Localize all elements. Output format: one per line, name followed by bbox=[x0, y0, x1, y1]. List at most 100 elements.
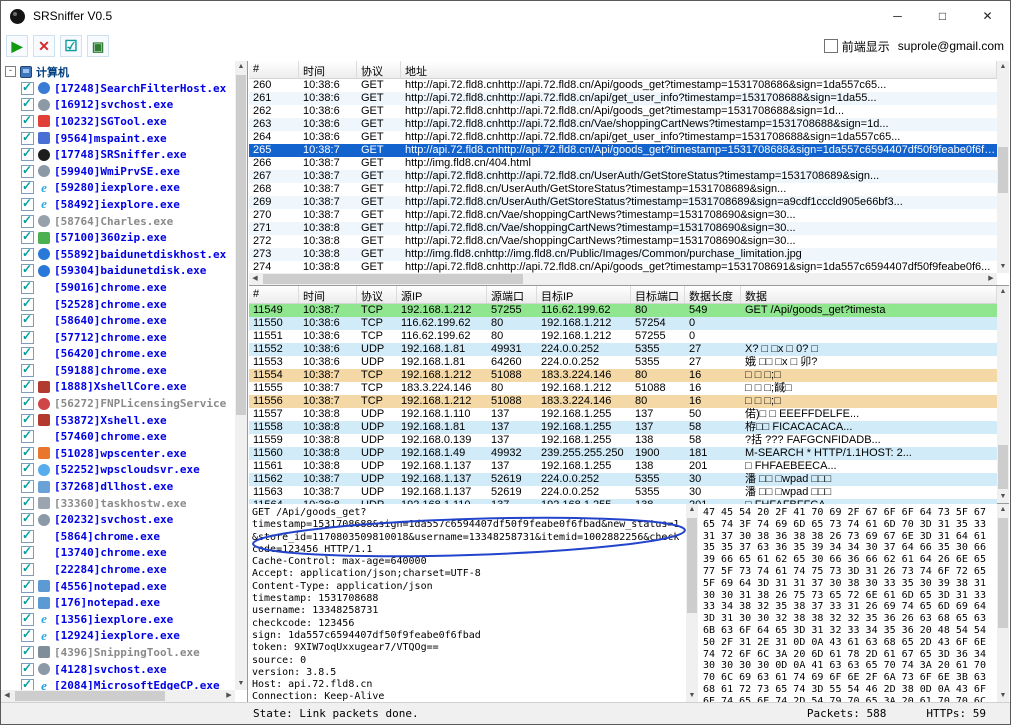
http-table-horizontal-scrollbar[interactable]: ◀ ▶ bbox=[249, 273, 997, 285]
process-checkbox[interactable] bbox=[21, 181, 34, 194]
http-request-row[interactable]: 260 10:38:6 GET http://api.72.fld8.cnhtt… bbox=[249, 79, 997, 92]
process-tree-item[interactable]: [59016]chrome.exe bbox=[1, 279, 235, 296]
column-header-protocol[interactable]: 协议 bbox=[357, 286, 397, 303]
process-checkbox[interactable] bbox=[21, 430, 34, 443]
http-request-row[interactable]: 264 10:38:6 GET http://api.72.fld8.cnhtt… bbox=[249, 131, 997, 144]
process-checkbox[interactable] bbox=[21, 165, 34, 178]
scroll-up-icon[interactable]: ▲ bbox=[997, 504, 1009, 516]
process-tree-item[interactable]: [9564]mspaint.exe bbox=[1, 130, 235, 147]
column-header-num[interactable]: # bbox=[249, 61, 299, 78]
process-checkbox[interactable] bbox=[21, 463, 34, 476]
title-bar[interactable]: SRSniffer V0.5 ─ □ ✕ bbox=[1, 1, 1010, 31]
packet-row[interactable]: 11557 10:38:8 UDP 192.168.1.110 137 192.… bbox=[249, 408, 997, 421]
process-checkbox[interactable] bbox=[21, 580, 34, 593]
process-checkbox[interactable] bbox=[21, 215, 34, 228]
scroll-right-icon[interactable]: ▶ bbox=[223, 690, 235, 702]
process-checkbox[interactable] bbox=[21, 331, 34, 344]
process-tree-item[interactable]: [58492]iexplore.exe bbox=[1, 196, 235, 213]
collapse-icon[interactable]: - bbox=[5, 66, 16, 77]
scrollbar-thumb[interactable] bbox=[998, 147, 1008, 193]
http-request-row[interactable]: 266 10:38:7 GET http://img.fld8.cn/404.h… bbox=[249, 157, 997, 170]
column-header-dest-ip[interactable]: 目标IP bbox=[537, 286, 631, 303]
process-tree-item[interactable]: [37268]dllhost.exe bbox=[1, 478, 235, 495]
process-tree-item[interactable]: [176]notepad.exe bbox=[1, 594, 235, 611]
packet-row[interactable]: 11555 10:38:7 TCP 183.3.224.146 80 192.1… bbox=[249, 382, 997, 395]
scroll-down-icon[interactable]: ▼ bbox=[686, 690, 698, 702]
process-tree-item[interactable]: [12924]iexplore.exe bbox=[1, 628, 235, 645]
process-tree-item[interactable]: [56420]chrome.exe bbox=[1, 346, 235, 363]
scrollbar-thumb[interactable] bbox=[236, 75, 246, 415]
process-tree-item[interactable]: [16912]svchost.exe bbox=[1, 97, 235, 114]
packet-row[interactable]: 11561 10:38:8 UDP 192.168.1.137 137 192.… bbox=[249, 460, 997, 473]
process-checkbox[interactable] bbox=[21, 115, 34, 128]
process-tree-item[interactable]: [53872]Xshell.exe bbox=[1, 412, 235, 429]
http-request-row[interactable]: 263 10:38:6 GET http://api.72.fld8.cnhtt… bbox=[249, 118, 997, 131]
process-tree-item[interactable]: [59304]baidunetdisk.exe bbox=[1, 263, 235, 280]
process-tree-item[interactable]: [57460]chrome.exe bbox=[1, 428, 235, 445]
scrollbar-thumb[interactable] bbox=[263, 274, 523, 284]
process-tree-item[interactable]: [1888]XshellCore.exe bbox=[1, 379, 235, 396]
detail-vertical-scrollbar[interactable]: ▲ ▼ bbox=[686, 504, 698, 702]
column-header-dest-port[interactable]: 目标端口 bbox=[631, 286, 685, 303]
scrollbar-thumb[interactable] bbox=[998, 445, 1008, 489]
process-checkbox[interactable] bbox=[21, 148, 34, 161]
process-tree-item[interactable]: [5864]chrome.exe bbox=[1, 528, 235, 545]
process-tree-item[interactable]: [59280]iexplore.exe bbox=[1, 180, 235, 197]
process-checkbox[interactable] bbox=[21, 248, 34, 261]
column-header-protocol[interactable]: 协议 bbox=[357, 61, 401, 78]
process-checkbox[interactable] bbox=[21, 347, 34, 360]
column-header-data[interactable]: 数据 bbox=[741, 286, 997, 303]
process-tree-item[interactable]: [4556]notepad.exe bbox=[1, 578, 235, 595]
scroll-up-icon[interactable]: ▲ bbox=[686, 504, 698, 516]
frontend-display-checkbox[interactable] bbox=[824, 39, 838, 53]
adapter-button[interactable]: ▣ bbox=[87, 35, 109, 57]
http-request-row[interactable]: 261 10:38:6 GET http://api.72.fld8.cnhtt… bbox=[249, 92, 997, 105]
packet-row[interactable]: 11554 10:38:7 TCP 192.168.1.212 51088 18… bbox=[249, 369, 997, 382]
tree-vertical-scrollbar[interactable]: ▲ ▼ bbox=[235, 61, 247, 690]
process-tree-item[interactable]: [56272]FNPLicensingService bbox=[1, 395, 235, 412]
process-checkbox[interactable] bbox=[21, 563, 34, 576]
process-checkbox[interactable] bbox=[21, 596, 34, 609]
close-button[interactable]: ✕ bbox=[965, 1, 1010, 31]
packet-table-vertical-scrollbar[interactable]: ▲ ▼ bbox=[997, 286, 1009, 503]
column-header-time[interactable]: 时间 bbox=[299, 61, 357, 78]
process-tree-item[interactable]: [58764]Charles.exe bbox=[1, 213, 235, 230]
http-request-row[interactable]: 269 10:38:7 GET http://api.72.fld8.cn/Us… bbox=[249, 196, 997, 209]
process-tree-item[interactable]: [13740]chrome.exe bbox=[1, 545, 235, 562]
process-checkbox[interactable] bbox=[21, 414, 34, 427]
tree-root-computer[interactable]: - 计算机 bbox=[1, 63, 235, 80]
process-checkbox[interactable] bbox=[21, 314, 34, 327]
process-tree-item[interactable]: [4128]svchost.exe bbox=[1, 661, 235, 678]
packet-row[interactable]: 11563 10:38:7 UDP 192.168.1.137 52619 22… bbox=[249, 486, 997, 499]
process-tree-item[interactable]: [22284]chrome.exe bbox=[1, 561, 235, 578]
hex-dump-pane[interactable]: 47 45 54 20 2F 41 70 69 2F 67 6F 6F 64 7… bbox=[698, 504, 997, 702]
process-tree-item[interactable]: [10232]SGTool.exe bbox=[1, 113, 235, 130]
packet-row[interactable]: 11552 10:38:6 UDP 192.168.1.81 49931 224… bbox=[249, 343, 997, 356]
packet-row[interactable]: 11553 10:38:6 UDP 192.168.1.81 64260 224… bbox=[249, 356, 997, 369]
process-checkbox[interactable] bbox=[21, 281, 34, 294]
packet-row[interactable]: 11558 10:38:8 UDP 192.168.1.81 137 192.1… bbox=[249, 421, 997, 434]
process-tree-item[interactable]: [57100]360zip.exe bbox=[1, 229, 235, 246]
packet-row[interactable]: 11556 10:38:7 TCP 192.168.1.212 51088 18… bbox=[249, 395, 997, 408]
http-request-row[interactable]: 268 10:38:7 GET http://api.72.fld8.cn/Us… bbox=[249, 183, 997, 196]
process-checkbox[interactable] bbox=[21, 82, 34, 95]
column-header-source-ip[interactable]: 源IP bbox=[397, 286, 487, 303]
hex-vertical-scrollbar[interactable]: ▲ ▼ bbox=[997, 504, 1009, 702]
column-header-time[interactable]: 时间 bbox=[299, 286, 357, 303]
process-tree-item[interactable]: [59940]WmiPrvSE.exe bbox=[1, 163, 235, 180]
process-tree-item[interactable]: [20232]svchost.exe bbox=[1, 511, 235, 528]
packet-row[interactable]: 11562 10:38:7 UDP 192.168.1.137 52619 22… bbox=[249, 473, 997, 486]
minimize-button[interactable]: ─ bbox=[875, 1, 920, 31]
scroll-down-icon[interactable]: ▼ bbox=[997, 690, 1009, 702]
process-tree-item[interactable]: [52252]wpscloudsvr.exe bbox=[1, 462, 235, 479]
process-checkbox[interactable] bbox=[21, 480, 34, 493]
process-checkbox[interactable] bbox=[21, 530, 34, 543]
process-checkbox[interactable] bbox=[21, 380, 34, 393]
http-table-vertical-scrollbar[interactable]: ▲ ▼ bbox=[997, 61, 1009, 273]
process-checkbox[interactable] bbox=[21, 646, 34, 659]
http-request-row[interactable]: 271 10:38:8 GET http://api.72.fld8.cn/Va… bbox=[249, 222, 997, 235]
process-checkbox[interactable] bbox=[21, 231, 34, 244]
process-checkbox[interactable] bbox=[21, 298, 34, 311]
process-checkbox[interactable] bbox=[21, 264, 34, 277]
column-header-address[interactable]: 地址 bbox=[401, 61, 997, 78]
